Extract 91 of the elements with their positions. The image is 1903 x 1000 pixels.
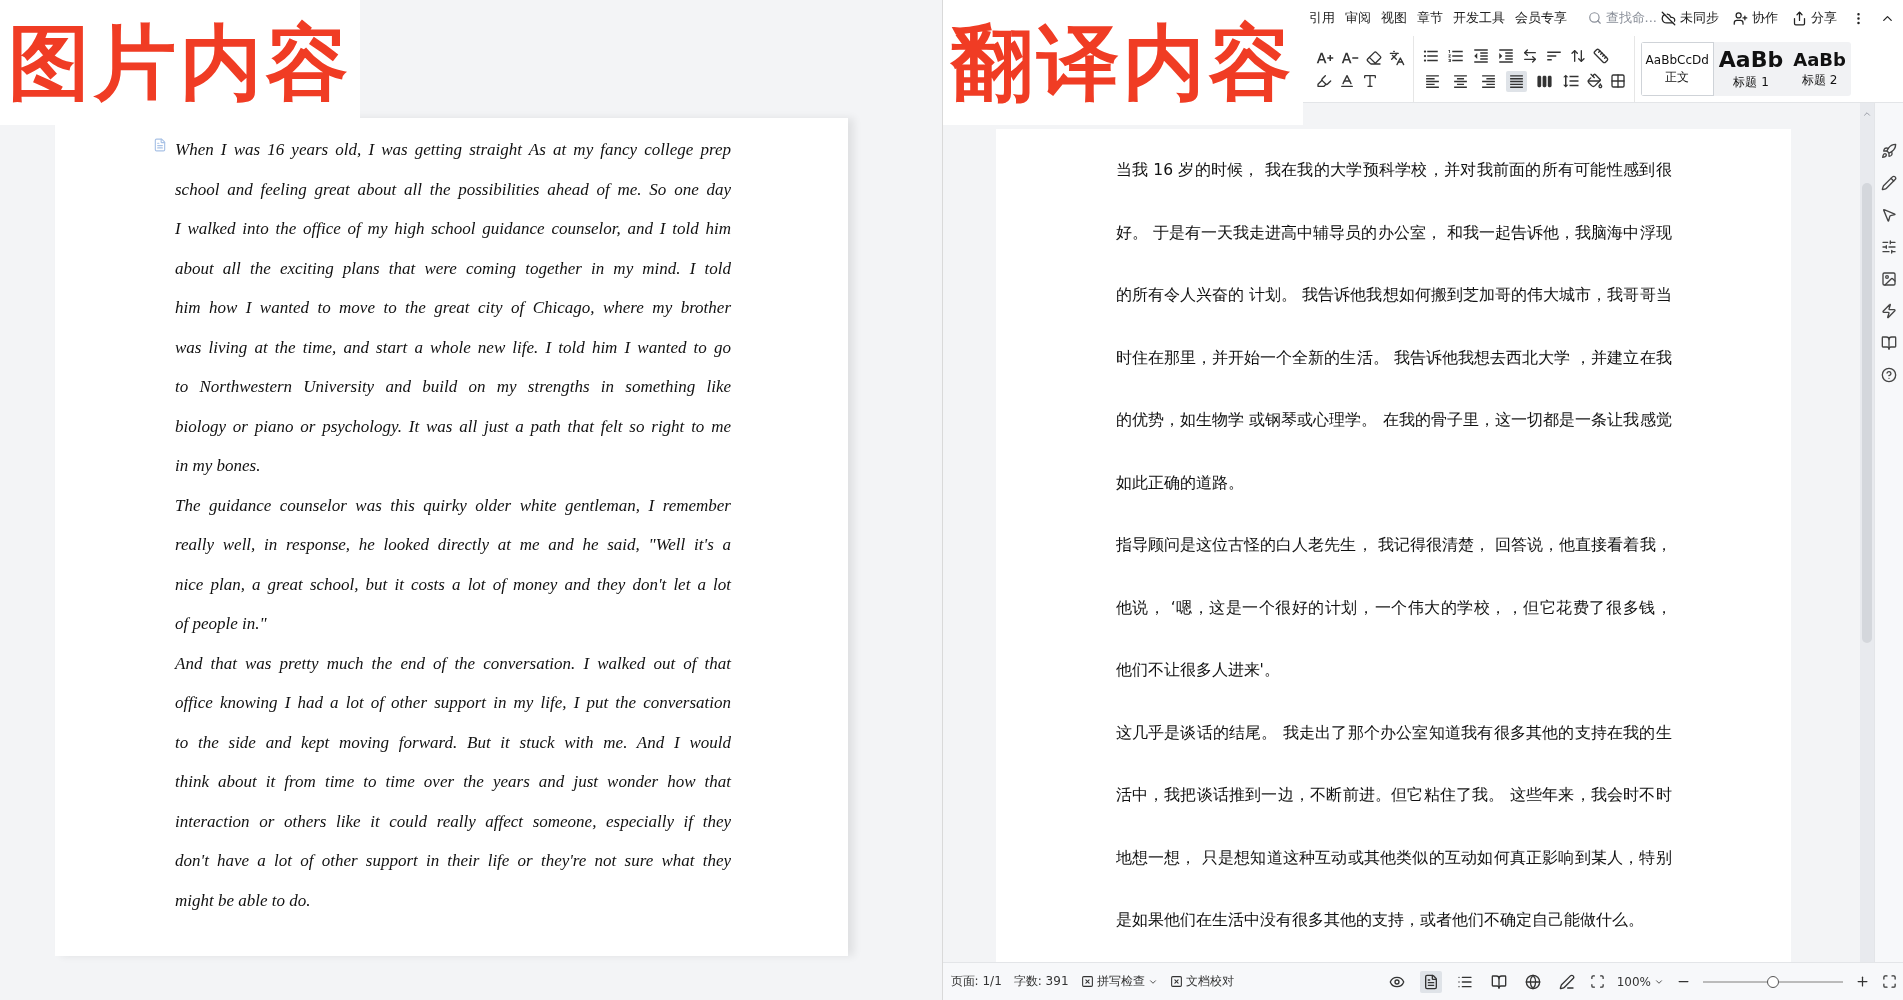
share-icon <box>1792 10 1807 26</box>
search-icon <box>1587 11 1602 25</box>
image-content-label: 图片内容 <box>0 0 360 125</box>
text-line: I walked into the office of my high school guidance counselor, and I told him <box>175 218 731 240</box>
text-line: office knowing I had a lot of other support in my life, I put the conversation <box>175 692 731 714</box>
text-line: And that was pretty much the end of the conversation. I walked out of that <box>175 652 731 675</box>
text-line: was living at the time, and start a whole new life. I told him I wanted to go <box>175 336 731 359</box>
text-line: in my bones. <box>175 455 262 477</box>
zoom-in-icon[interactable] <box>1855 974 1870 989</box>
text-direction-icon[interactable] <box>1521 47 1538 64</box>
shading-icon[interactable] <box>1586 73 1603 89</box>
menu-tab[interactable]: 视图 <box>1377 7 1410 29</box>
text-line: 指导顾问是这位古怪的白人老先生， 我记得很清楚， 回答说，他直接看着我， <box>1115 535 1672 556</box>
text-line: The guidance counselor was this quirky older white gentleman, I remember <box>175 494 731 517</box>
globe-icon <box>1524 973 1541 990</box>
spell-check-button[interactable]: 拼写检查 <box>1080 973 1158 990</box>
lightning-icon[interactable] <box>1881 303 1897 319</box>
align-justify-icon <box>1507 72 1525 90</box>
ruler-icon[interactable] <box>1592 47 1609 64</box>
slider-thumb[interactable] <box>1767 975 1779 988</box>
image-icon[interactable] <box>1881 271 1897 287</box>
user-plus-icon <box>1733 10 1748 26</box>
align-center-icon <box>1451 72 1469 90</box>
scrollbar[interactable] <box>1860 103 1874 962</box>
text-line: 时住在那里，并开始一个全新的生活。 我告诉他我想去西北大学 ，并建立在我 <box>1115 347 1672 369</box>
proofread-button[interactable]: 文档校对 <box>1169 973 1234 990</box>
text-line: don't have a lot of other support in their life or they're not sure what they <box>175 850 731 872</box>
text-line: 的所有令人兴奋的 计划。 我告诉他我想如何搬到芝加哥的伟大城市，我哥哥当 <box>1115 285 1672 306</box>
menu-tab[interactable]: 引用 <box>1305 7 1338 29</box>
pencil-icon[interactable] <box>1881 175 1897 191</box>
text-line: interaction or others like it could really affect someone, especially if they <box>175 810 731 833</box>
align-justify-button[interactable] <box>1505 70 1527 92</box>
text-line: to the side and kept moving forward. But it stuck with me. And I would <box>175 731 731 754</box>
zoom-dropdown[interactable]: 100% <box>1616 974 1664 989</box>
menu-tab[interactable]: 会员专享 <box>1511 7 1570 29</box>
text-line: him how I wanted to move to the great city of Chicago, where my brother <box>175 297 731 319</box>
line-spacing-icon[interactable] <box>1561 72 1580 90</box>
pointer-icon[interactable] <box>1881 207 1897 223</box>
page-icon <box>1422 973 1439 990</box>
collab-button[interactable]: 协作 <box>1733 9 1778 27</box>
text-line: 他们不让很多人进来'。 <box>1115 660 1281 681</box>
outdent-icon[interactable] <box>1471 46 1490 65</box>
fit-icon[interactable] <box>1589 974 1605 989</box>
text-line: 这几乎是谈话的结尾。 我走出了那个办公室知道我有很多其他的支持在我的生 <box>1115 722 1672 744</box>
help-icon[interactable] <box>1881 367 1897 383</box>
text-line: 好。 于是有一天我走进高中辅导员的办公室， 和我一起告诉他，我脑海中浮现 <box>1115 222 1672 244</box>
text-line: biology or piano or psychology. It was all just a path that felt so right to me <box>175 415 731 438</box>
rocket-icon[interactable] <box>1881 143 1897 159</box>
text-line: 活中，我把谈话推到一边，不断前进。但它粘住了我。 这些年来，我会时不时 <box>1115 785 1672 806</box>
share-button[interactable]: 分享 <box>1792 9 1837 27</box>
text-line: nice plan, a great school, but it costs a lot of money and they don't let a lot <box>175 573 731 596</box>
text-line: school and feeling great about all the possibilities ahead of me. So one day <box>175 178 731 201</box>
text-line: When I was 16 years old, I was getting straight As at my fancy college prep <box>175 139 731 161</box>
checkbox-x-icon <box>1080 975 1094 988</box>
style-preset[interactable]: AaBb 标题 1 <box>1713 42 1789 96</box>
text-line: think about it from time to time over the years and just wonder how that <box>175 771 731 793</box>
text-line: to Northwestern University and build on my strengths in something like <box>175 376 731 398</box>
sync-button[interactable]: 未同步 <box>1661 9 1719 27</box>
text-line: of people in." <box>175 613 268 635</box>
word-count: 字数: 391 <box>1013 973 1069 990</box>
align-right-icon <box>1479 72 1497 90</box>
fullscreen-icon[interactable] <box>1882 974 1897 989</box>
text-line: really well, in response, he looked directly at me and he said, "Well it's a <box>175 534 731 556</box>
page-view-button[interactable] <box>1419 970 1442 993</box>
font-color-icon[interactable] <box>1338 73 1355 89</box>
book-icon <box>1490 973 1507 990</box>
style-preset[interactable]: AaBbCcDd 正文 <box>1640 42 1714 96</box>
sliders-icon[interactable] <box>1881 239 1897 255</box>
page-count: 页面: 1/1 <box>950 973 1002 990</box>
cloud-icon <box>1661 10 1676 26</box>
menu-tab[interactable]: 章节 <box>1413 7 1446 29</box>
text-line: might be able to do. <box>175 889 312 912</box>
text-line: 的优势，如生物学 或钢琴或心理学。 在我的骨子里，这一切都是一条让我感觉 <box>1115 410 1672 431</box>
eraser-icon[interactable] <box>1365 50 1382 66</box>
style-preset[interactable]: AaBb 标题 2 <box>1788 42 1851 96</box>
text-line: 是如果他们在生活中没有很多其他的支持，或者他们不确定自己能做什么。 <box>1115 910 1645 931</box>
text-line: about all the exciting plans that were coming together in my mind. I told <box>175 257 731 280</box>
highlighter-icon[interactable] <box>1315 73 1332 89</box>
menu-tab[interactable]: 审阅 <box>1341 7 1374 29</box>
menu-tab[interactable]: 开发工具 <box>1449 7 1508 29</box>
text-line: 当我 16 岁的时候， 我在我的大学预科学校，并对我前面的所有可能性感到很 <box>1115 160 1672 181</box>
pen-icon <box>1558 973 1575 990</box>
checkbox-x-icon <box>1169 975 1183 988</box>
indent-icon[interactable] <box>1496 46 1515 65</box>
swap-icon[interactable] <box>1569 47 1586 64</box>
align-left-icon <box>1423 72 1441 90</box>
text-line: 他说， ‘嗯，这是一个很好的计划，一个伟大的学校，，但它花费了很多钱， <box>1115 597 1672 619</box>
borders-icon[interactable] <box>1609 73 1626 89</box>
text-line: 地想一想， 只是想知道这种互动或其他类似的互动如何真正影响到某人，特别 <box>1115 847 1672 869</box>
text-line: 如此正确的道路。 <box>1115 472 1245 494</box>
book-icon[interactable] <box>1881 335 1897 351</box>
